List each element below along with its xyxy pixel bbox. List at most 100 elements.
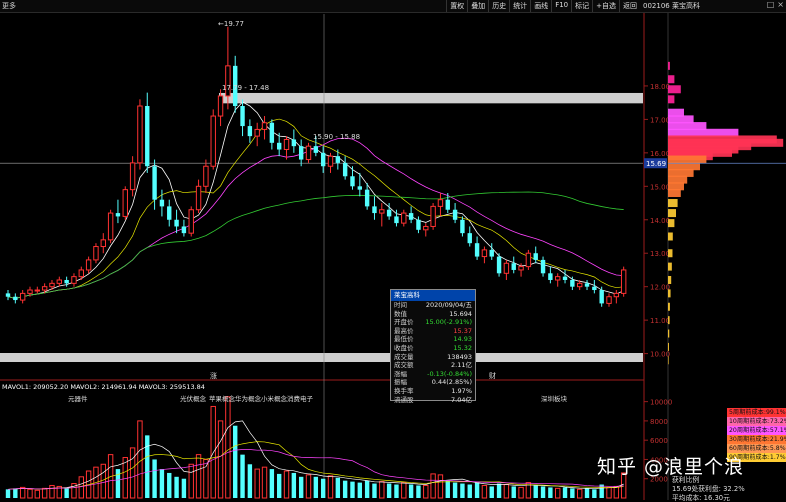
volume-bar <box>394 484 399 498</box>
candle-body <box>100 239 106 248</box>
volume-bar <box>13 488 18 498</box>
concept-tag[interactable]: 苹果概念 <box>209 393 235 403</box>
chip-bar <box>668 85 681 94</box>
popup-row-value: 1.97% <box>451 386 472 395</box>
candle-body <box>291 139 297 147</box>
volume-bar <box>283 470 290 499</box>
volume-bar <box>247 464 253 498</box>
kline-chart[interactable]: 18.00 17.00 16.00 15.00 14.00 13.00 12.00 11.00… <box>0 0 786 500</box>
concept-tag[interactable]: 光伏概念 <box>180 393 206 403</box>
volume-bar <box>423 484 429 499</box>
volume-bar <box>78 476 84 499</box>
popup-row-label: 开盘价 <box>394 318 414 327</box>
chip-bar <box>668 342 669 351</box>
resistance-band <box>219 92 643 104</box>
volume-bar <box>613 485 620 499</box>
volume-bar <box>503 484 510 499</box>
volume-bar <box>313 476 319 498</box>
volume-bar <box>379 481 385 499</box>
cost-distribution-row: 5周期前成本:99.1% <box>727 408 786 417</box>
candle-body <box>56 279 63 284</box>
volume-bar <box>584 488 590 498</box>
volume-bar <box>305 474 312 499</box>
candle-body <box>489 249 494 257</box>
concept-tag[interactable]: 深圳板块 <box>541 393 567 403</box>
popup-row: 时间 2020/09/04/五 <box>391 301 475 310</box>
concept-tag[interactable]: 华为概念 <box>235 393 261 403</box>
candle-body <box>115 213 121 217</box>
volume-bar <box>269 469 275 498</box>
candle-body <box>606 296 612 304</box>
volume-bar <box>217 420 224 499</box>
candle-body <box>379 209 385 214</box>
popup-row-label: 时间 <box>394 301 407 309</box>
volume-bar <box>511 486 516 498</box>
candle-body <box>305 145 312 161</box>
mavol1-value: MAVOL1: 209052.20 <box>2 383 69 391</box>
volume-bar <box>599 484 604 498</box>
popup-row: 最低价 14.93 <box>391 335 475 344</box>
mavol2-value: MAVOL2: 214961.94 <box>70 383 137 391</box>
volume-bar <box>416 485 421 498</box>
candle-body <box>408 213 414 220</box>
candle-body <box>34 289 41 292</box>
volume-bar <box>145 435 150 498</box>
volume-bar <box>233 425 238 498</box>
candle-body <box>445 199 450 210</box>
cost-distribution-row: 10周期前成本:73.2% <box>727 417 786 426</box>
volume-bar <box>474 482 480 498</box>
volume-bar <box>489 486 494 498</box>
candle-body <box>5 293 11 297</box>
volume-bar <box>357 482 363 498</box>
volume-bar <box>19 486 26 499</box>
concept-tag[interactable]: 消费电子 <box>287 393 313 403</box>
candle-body <box>159 199 165 207</box>
candle-body <box>41 286 48 291</box>
price-tick-label: 14.00 <box>650 217 670 225</box>
popup-row-label: 振幅 <box>394 378 407 387</box>
concept-tag[interactable]: 小米概念 <box>261 393 287 403</box>
candle-body <box>460 219 465 234</box>
volume-bar <box>320 478 326 498</box>
candle-body <box>437 199 444 207</box>
popup-row-label: 成交额 <box>394 361 414 370</box>
candle-body <box>19 292 26 301</box>
ma5-line <box>7 101 624 299</box>
candle-body <box>503 262 510 274</box>
candle-body <box>78 269 84 278</box>
volume-bar <box>401 482 407 499</box>
volume-bar <box>291 472 297 498</box>
candle-body <box>570 279 575 287</box>
candle-body <box>122 189 128 217</box>
popup-row: 成交量 138493 <box>391 353 475 362</box>
volume-bar <box>122 457 128 499</box>
volume-bar <box>152 459 157 498</box>
chip-bar <box>668 61 670 70</box>
price-tick-label: 15.00 <box>650 183 670 191</box>
chip-bar <box>668 232 673 241</box>
volume-bar <box>606 486 612 499</box>
popup-row-value: 2.11亿 <box>451 361 472 370</box>
candle-body <box>247 126 253 137</box>
candle-body <box>188 209 194 234</box>
candle-body <box>592 286 597 291</box>
concept-tag[interactable]: 元器件 <box>68 393 88 403</box>
popup-title: 莱宝高科 <box>391 290 475 301</box>
candle-body <box>217 95 224 117</box>
candle-body <box>474 243 480 257</box>
candle-body <box>93 246 99 261</box>
candle-body <box>174 219 179 227</box>
popup-row-value: 15.00(-2.91%) <box>425 318 472 327</box>
event-label: 财 <box>489 371 496 380</box>
popup-row-value: 7.04亿 <box>451 395 472 404</box>
chip-bar <box>668 95 675 104</box>
candle-body <box>64 279 69 284</box>
popup-row-value: -0.13(-0.84%) <box>427 369 472 378</box>
price-tick-label: 10.00 <box>650 351 670 359</box>
volume-bar <box>129 447 136 499</box>
candle-body <box>525 252 532 268</box>
candle-body <box>276 142 282 150</box>
price-tick-label: 17.00 <box>650 116 670 124</box>
volume-bar <box>276 473 282 498</box>
candle-body <box>613 292 620 298</box>
